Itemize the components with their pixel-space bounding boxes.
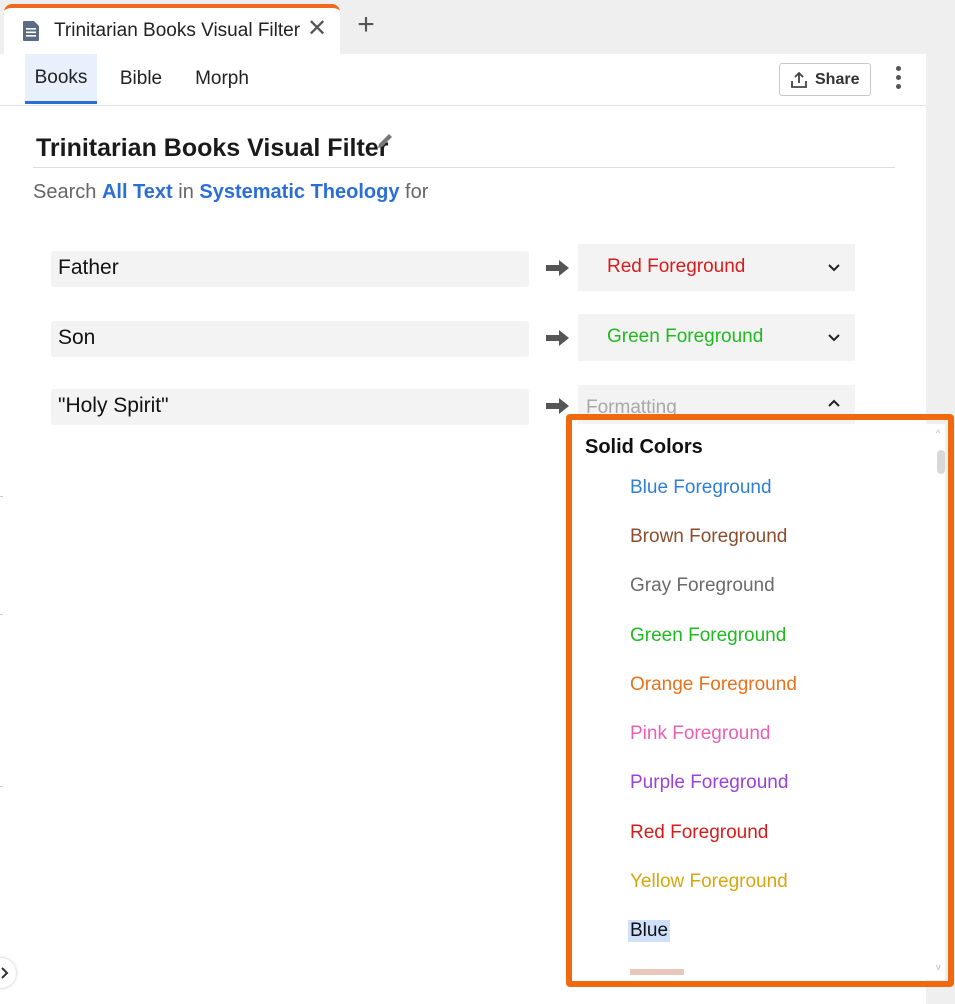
edge-mark <box>0 614 3 615</box>
chevron-down-icon <box>828 264 840 272</box>
search-description: Search All Text in Systematic Theology f… <box>33 181 428 204</box>
search-prefix: Search <box>33 181 102 203</box>
chevron-down-icon <box>828 334 840 342</box>
tab-strip: Trinitarian Books Visual Filter ✕ + <box>0 0 955 54</box>
tab-morph[interactable]: Morph <box>186 54 258 104</box>
search-scope-link[interactable]: All Text <box>102 181 173 203</box>
panel-tabs: Books Bible Morph Share <box>0 54 926 106</box>
page-title: Trinitarian Books Visual Filter <box>36 134 389 162</box>
option-purple-foreground[interactable]: Purple Foreground <box>630 772 788 794</box>
share-label: Share <box>815 71 860 88</box>
format-select-son[interactable]: Green Foreground <box>578 314 855 361</box>
search-suffix: for <box>399 181 429 203</box>
arrow-right-icon <box>546 330 569 346</box>
arrow-right-icon <box>546 260 569 276</box>
scroll-thumb[interactable] <box>937 450 945 474</box>
arrow-right-icon <box>546 398 569 414</box>
search-resource-link[interactable]: Systematic Theology <box>199 181 399 203</box>
format-dropdown: Solid Colors Blue Foreground Brown Foreg… <box>578 424 945 980</box>
option-blue-foreground[interactable]: Blue Foreground <box>630 477 772 499</box>
search-in-text: in <box>172 181 200 203</box>
scroll-down-icon[interactable]: v <box>936 962 941 972</box>
chevron-up-icon <box>828 399 840 407</box>
tab-books[interactable]: Books <box>25 54 97 104</box>
option-pink-foreground[interactable]: Pink Foreground <box>630 723 770 745</box>
scroll-up-icon[interactable]: ^ <box>936 428 940 438</box>
document-icon <box>23 21 39 41</box>
term-input-son[interactable]: Son <box>51 321 529 357</box>
option-blue[interactable]: Blue <box>628 920 671 942</box>
title-divider <box>33 167 895 168</box>
share-icon <box>791 71 807 88</box>
option-gray-foreground[interactable]: Gray Foreground <box>630 575 775 597</box>
document-tab-title: Trinitarian Books Visual Filter <box>54 20 301 41</box>
new-tab-icon[interactable]: + <box>352 10 380 40</box>
dropdown-scrollbar[interactable]: ^ v <box>936 428 946 976</box>
option-partial-swatch[interactable] <box>630 969 684 975</box>
option-orange-foreground[interactable]: Orange Foreground <box>630 674 797 696</box>
format-select-father[interactable]: Red Foreground <box>578 244 855 291</box>
tab-bible[interactable]: Bible <box>110 54 172 104</box>
document-tab[interactable]: Trinitarian Books Visual Filter ✕ <box>4 4 340 54</box>
format-select-holy-spirit[interactable]: Formatting <box>578 385 855 425</box>
option-red-foreground[interactable]: Red Foreground <box>630 822 768 844</box>
chevron-right-icon <box>1 967 9 979</box>
close-tab-icon[interactable]: ✕ <box>304 16 330 42</box>
edge-mark <box>0 496 3 497</box>
share-button[interactable]: Share <box>779 63 871 96</box>
term-input-holy-spirit[interactable]: "Holy Spirit" <box>51 389 529 425</box>
term-input-father[interactable]: Father <box>51 251 529 287</box>
edge-mark <box>0 786 3 787</box>
dropdown-heading: Solid Colors <box>585 436 703 458</box>
option-green-foreground[interactable]: Green Foreground <box>630 625 786 647</box>
pencil-icon[interactable] <box>374 130 396 152</box>
option-yellow-foreground[interactable]: Yellow Foreground <box>630 871 788 893</box>
more-options-icon[interactable] <box>888 66 908 94</box>
option-brown-foreground[interactable]: Brown Foreground <box>630 526 787 548</box>
